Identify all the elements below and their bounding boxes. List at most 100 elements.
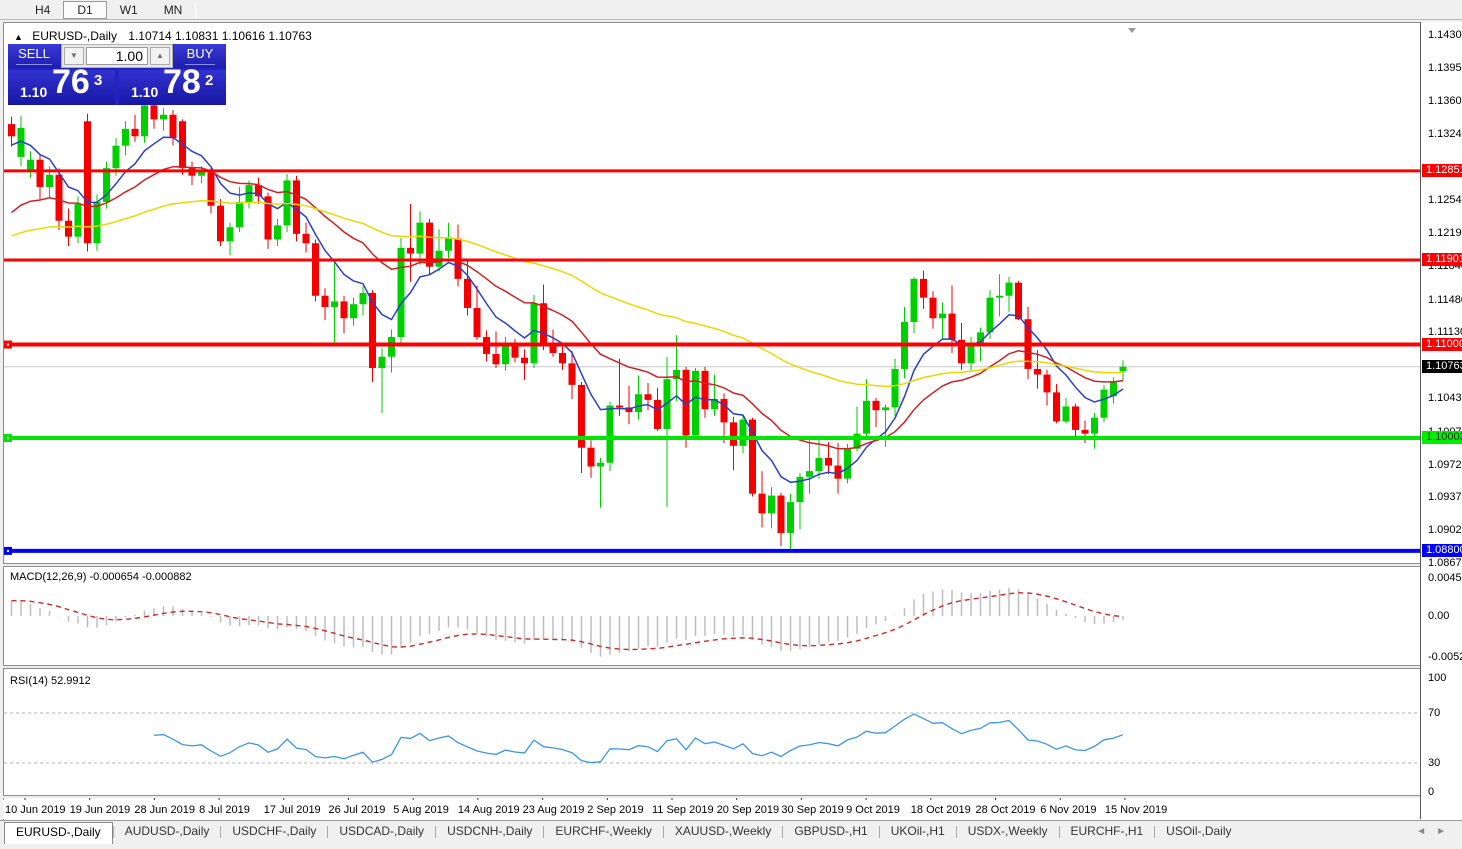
chart-title: ▲ EURUSD-,Daily 1.10714 1.10831 1.10616 … <box>14 29 312 43</box>
candle-body-up <box>892 369 899 407</box>
candle-body-down <box>930 298 937 319</box>
rsi-axis-70: 70 <box>1428 707 1440 719</box>
buy-price-panel[interactable]: 1.10 78 2 <box>119 70 226 105</box>
date-label: 11 Sep 2019 <box>652 804 714 816</box>
candle-body-up <box>379 357 386 368</box>
symbol-tab[interactable]: USDCNH-,Daily <box>436 822 543 842</box>
chart-shift-icon <box>1128 28 1136 33</box>
candle-body-down <box>588 448 595 467</box>
candle-body-up <box>635 394 642 412</box>
date-label: 26 Jul 2019 <box>329 804 386 816</box>
candle-body-down <box>407 248 414 254</box>
chart-canvas-wrap <box>0 0 1462 844</box>
symbol-tab[interactable]: EURCHF-,Weekly <box>544 822 662 842</box>
candle-body-up <box>417 223 424 254</box>
symbol-tab[interactable]: GBPUSD-,H1 <box>783 822 878 842</box>
candle-body-up <box>502 345 509 365</box>
rsi-axis-30: 30 <box>1428 757 1440 769</box>
symbol-tab[interactable]: USOil-,Daily <box>1155 822 1242 842</box>
symbol-tab[interactable]: USDX-,Weekly <box>957 822 1059 842</box>
collapse-icon[interactable]: ▲ <box>14 32 23 42</box>
date-label: 15 Nov 2019 <box>1105 804 1167 816</box>
candle-body-down <box>1034 369 1041 375</box>
date-label: 19 Jun 2019 <box>70 804 131 816</box>
sell-price-panel[interactable]: 1.10 76 3 <box>8 70 115 105</box>
candle-body-up <box>350 304 357 318</box>
rsi-label: RSI(14) 52.9912 <box>10 675 91 687</box>
symbol-tab[interactable]: UKOil-,H1 <box>880 822 956 842</box>
price-tick-label: 1.10430 <box>1428 392 1462 404</box>
candle-body-up <box>122 129 129 146</box>
tab-scroll-arrows: ◄► <box>1416 826 1456 837</box>
price-level-badge: 1.10763 <box>1422 360 1462 373</box>
sell-price-base: 1.10 <box>20 84 47 100</box>
macd-signal-line <box>12 593 1124 650</box>
symbol-tab[interactable]: EURUSD-,Daily <box>4 822 113 844</box>
candle-body-down <box>464 279 471 308</box>
price-tick-label: 1.08670 <box>1428 557 1462 569</box>
symbol-tab[interactable]: XAUUSD-,Weekly <box>664 822 782 842</box>
candle-body-up <box>987 298 994 333</box>
candle-body-up <box>531 303 538 363</box>
moving-average-line <box>12 137 1124 482</box>
candle-body-down <box>56 175 63 221</box>
tab-scroll-right-icon[interactable]: ► <box>1436 826 1456 837</box>
date-label: 8 Jul 2019 <box>199 804 250 816</box>
buy-price-big: 78 <box>163 63 201 102</box>
date-label: 28 Oct 2019 <box>976 804 1036 816</box>
date-label: 5 Aug 2019 <box>393 804 449 816</box>
level-line-handle-dot <box>7 344 9 346</box>
candle-body-down <box>721 399 728 422</box>
candle-body-up <box>160 115 167 120</box>
candle-body-down <box>1072 406 1079 429</box>
candle-body-up <box>816 458 823 471</box>
macd-axis-zero: 0.00 <box>1428 610 1449 622</box>
volume-input[interactable] <box>86 47 148 65</box>
pane-divider-macd[interactable] <box>3 563 1461 567</box>
candle-body-down <box>37 160 44 187</box>
symbol-tab[interactable]: USDCAD-,Daily <box>328 822 435 842</box>
candle-body-down <box>569 363 576 385</box>
candle-body-up <box>94 202 101 243</box>
tab-scroll-left-icon[interactable]: ◄ <box>1416 826 1436 837</box>
candle-body-up <box>1091 418 1098 434</box>
candle-body-down <box>654 400 661 429</box>
symbol-tab[interactable]: AUDUSD-,Daily <box>114 822 221 842</box>
symbol-tab[interactable]: EURCHF-,H1 <box>1060 822 1155 842</box>
macd-label: MACD(12,26,9) -0.000654 -0.000882 <box>10 571 192 583</box>
candle-body-up <box>46 175 53 187</box>
candle-body-down <box>1053 392 1060 421</box>
candle-body-up <box>768 496 775 514</box>
date-label: 28 Jun 2019 <box>134 804 195 816</box>
candle-body-up <box>388 337 395 357</box>
candle-body-down <box>1082 430 1089 434</box>
candle-body-down <box>540 303 547 344</box>
rsi-line <box>154 714 1123 763</box>
candle-body-up <box>141 105 148 136</box>
moving-average-line <box>12 201 1124 387</box>
moving-average-line <box>12 167 1124 449</box>
date-axis[interactable]: 10 Jun 201919 Jun 201928 Jun 20198 Jul 2… <box>3 800 1420 819</box>
candle-body-up <box>445 239 452 251</box>
price-axis[interactable]: 1.143001.139501.136001.132401.125401.121… <box>1420 22 1462 819</box>
date-label: 20 Sep 2019 <box>717 804 779 816</box>
candle-body-down <box>217 206 224 242</box>
candle-body-up <box>968 345 975 364</box>
candle-body-down <box>1044 375 1051 393</box>
candle-body-down <box>312 243 319 296</box>
chart-canvas[interactable] <box>0 0 1462 844</box>
candle-body-down <box>759 494 766 514</box>
pane-divider-rsi[interactable] <box>3 665 1461 669</box>
candle-body-up <box>597 463 604 467</box>
candle-body-down <box>369 293 376 368</box>
candle-body-up <box>939 314 946 319</box>
price-tick-label: 1.12190 <box>1428 227 1462 239</box>
candle-body-down <box>474 308 481 337</box>
price-tick-label: 1.13240 <box>1428 128 1462 140</box>
symbol-tab[interactable]: USDCHF-,Daily <box>221 822 327 842</box>
candle-body-up <box>274 225 281 239</box>
candle-body-down <box>322 296 329 307</box>
candle-body-down <box>8 124 15 136</box>
candle-body-down <box>825 458 832 466</box>
level-line-handle-dot <box>7 437 9 439</box>
